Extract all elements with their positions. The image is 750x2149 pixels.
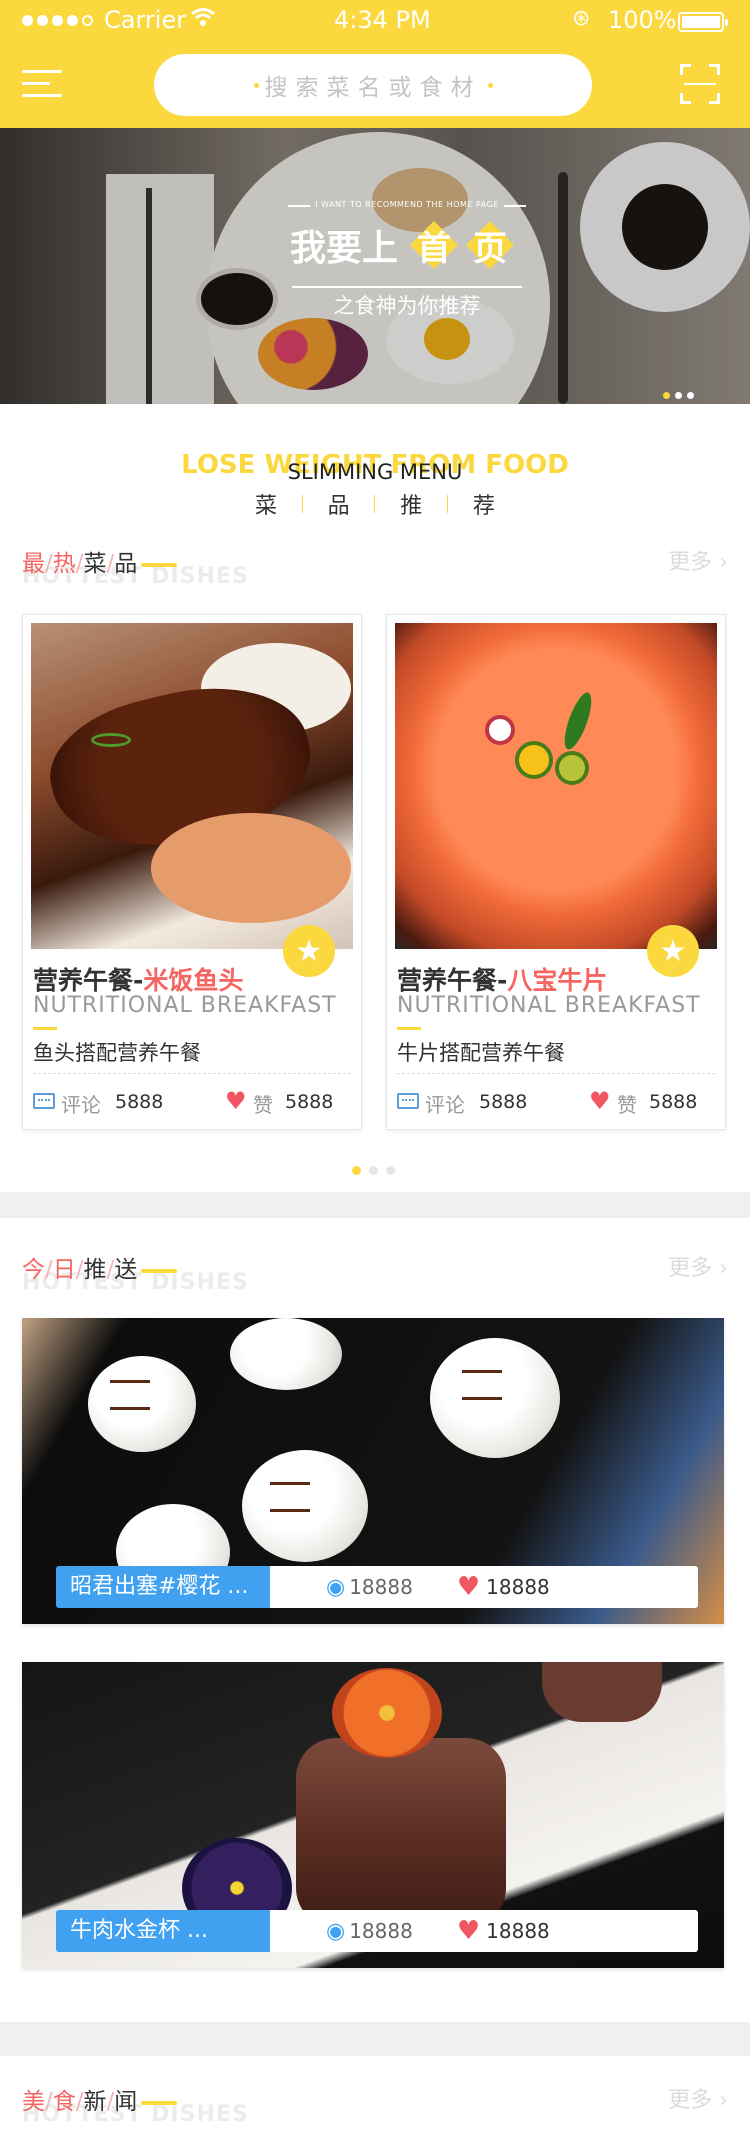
hero-banner[interactable]: I WANT TO RECOMMEND THE HOME PAGE 我要上 首 … <box>0 128 750 404</box>
heart-icon[interactable]: ♥ <box>589 1087 611 1115</box>
menu-button[interactable] <box>22 70 66 100</box>
star-icon[interactable]: ★ <box>647 925 699 977</box>
section-divider <box>0 2022 750 2056</box>
wifi-icon <box>190 6 216 34</box>
view-count: 18888 <box>349 1919 413 1943</box>
banner-dot[interactable] <box>675 392 682 399</box>
status-time: 4:34 PM <box>334 6 431 34</box>
pager-dot-active[interactable] <box>352 1166 361 1175</box>
chevron-right-icon: › <box>712 550 728 575</box>
chevron-right-icon: › <box>712 2088 728 2113</box>
dish-card[interactable]: ★ 营养午餐-八宝牛片 NUTRITIONAL BREAKFAST 牛片搭配营养… <box>386 614 726 1130</box>
section-header-hottest: HOTTEST DISHES 最/热/菜/品 更多 › <box>22 544 728 589</box>
search-input[interactable]: 搜索菜名或食材 <box>154 54 592 116</box>
section-header-today: HOTTEST DISHES 今/日/推/送 更多 › <box>22 1250 728 1295</box>
pager-dot[interactable] <box>386 1166 395 1175</box>
dish-name-en: NUTRITIONAL BREAKFAST <box>397 993 701 1018</box>
eye-icon: ◉ <box>326 1574 346 1600</box>
slimming-menu-subtitle: 菜 品 推 荐 <box>255 494 495 519</box>
star-icon[interactable]: ★ <box>283 925 335 977</box>
dish-description: 鱼头搭配营养午餐 <box>33 1041 201 1065</box>
heart-icon[interactable]: ♥ <box>457 1916 480 1946</box>
recommendation-info-bar: 昭君出塞#樱花 ... ◉ 18888 ♥ 18888 <box>56 1566 698 1608</box>
more-link[interactable]: 更多 › <box>668 544 728 576</box>
comment-icon[interactable] <box>33 1093 55 1109</box>
recommendation-title[interactable]: 牛肉水金杯 ... <box>56 1910 270 1952</box>
status-bar: Carrier 4:34 PM ⊛ 100% <box>0 0 750 40</box>
pager-dot[interactable] <box>369 1166 378 1175</box>
section-title: 美/食/新/闻 <box>22 2082 178 2116</box>
section-divider <box>0 1192 750 1218</box>
section-title: 最/热/菜/品 <box>22 544 178 578</box>
banner-title: 我要上 首 页 <box>290 220 518 270</box>
section-title: 今/日/推/送 <box>22 1250 178 1284</box>
dish-description: 牛片搭配营养午餐 <box>397 1041 565 1065</box>
banner-dot-active[interactable] <box>663 392 670 399</box>
like-label: 赞 <box>253 1093 273 1117</box>
carrier-label: Carrier <box>104 6 187 34</box>
dishes-pagination[interactable] <box>352 1166 395 1175</box>
eye-icon: ◉ <box>326 1918 346 1944</box>
scan-button[interactable] <box>680 64 720 104</box>
banner-dot[interactable] <box>687 392 694 399</box>
like-count: 18888 <box>486 1575 550 1599</box>
comment-label: 评论 <box>425 1093 465 1117</box>
recommendation-card[interactable]: 牛肉水金杯 ... ◉ 18888 ♥ 18888 <box>22 1662 724 1968</box>
more-link[interactable]: 更多 › <box>668 1250 728 1282</box>
search-placeholder: 搜索菜名或食材 <box>264 75 482 101</box>
more-link[interactable]: 更多 › <box>668 2082 728 2114</box>
slimming-menu-title: SLIMMING MENU <box>287 460 463 484</box>
dish-photo <box>31 623 353 949</box>
comment-label: 评论 <box>61 1093 101 1117</box>
heart-icon[interactable]: ♥ <box>225 1087 247 1115</box>
signal-icon <box>22 15 93 26</box>
comment-icon[interactable] <box>397 1093 419 1109</box>
rotation-lock-icon: ⊛ <box>572 6 591 31</box>
like-count: 5888 <box>649 1091 698 1113</box>
dish-name-en: NUTRITIONAL BREAKFAST <box>33 993 337 1018</box>
banner-subtitle: I WANT TO RECOMMEND THE HOME PAGE <box>288 200 526 209</box>
banner-pagination[interactable] <box>663 392 694 399</box>
heart-icon[interactable]: ♥ <box>457 1572 480 1602</box>
battery-percent: 100% <box>608 6 677 34</box>
like-count: 5888 <box>285 1091 334 1113</box>
recommendation-card[interactable]: 昭君出塞#樱花 ... ◉ 18888 ♥ 18888 <box>22 1318 724 1624</box>
like-label: 赞 <box>617 1093 637 1117</box>
battery-icon <box>678 12 728 32</box>
recommendation-title[interactable]: 昭君出塞#樱花 ... <box>56 1566 270 1608</box>
comment-count: 5888 <box>115 1091 164 1113</box>
section-header-news: HOTTEST DISHES 美/食/新/闻 更多 › <box>22 2082 728 2127</box>
comment-count: 5888 <box>479 1091 528 1113</box>
dish-card[interactable]: ★ 营养午餐-米饭鱼头 NUTRITIONAL BREAKFAST 鱼头搭配营养… <box>22 614 362 1130</box>
recommendation-info-bar: 牛肉水金杯 ... ◉ 18888 ♥ 18888 <box>56 1910 698 1952</box>
like-count: 18888 <box>486 1919 550 1943</box>
banner-slogan: 之食神为你推荐 <box>333 294 481 318</box>
dish-name: 营养午餐-米饭鱼头 <box>33 966 244 995</box>
app-header: Carrier 4:34 PM ⊛ 100% 搜索菜名或食材 <box>0 0 750 128</box>
dish-name: 营养午餐-八宝牛片 <box>397 966 608 995</box>
dish-photo <box>395 623 717 949</box>
view-count: 18888 <box>349 1575 413 1599</box>
chevron-right-icon: › <box>712 1256 728 1281</box>
hamburger-icon <box>22 70 62 73</box>
